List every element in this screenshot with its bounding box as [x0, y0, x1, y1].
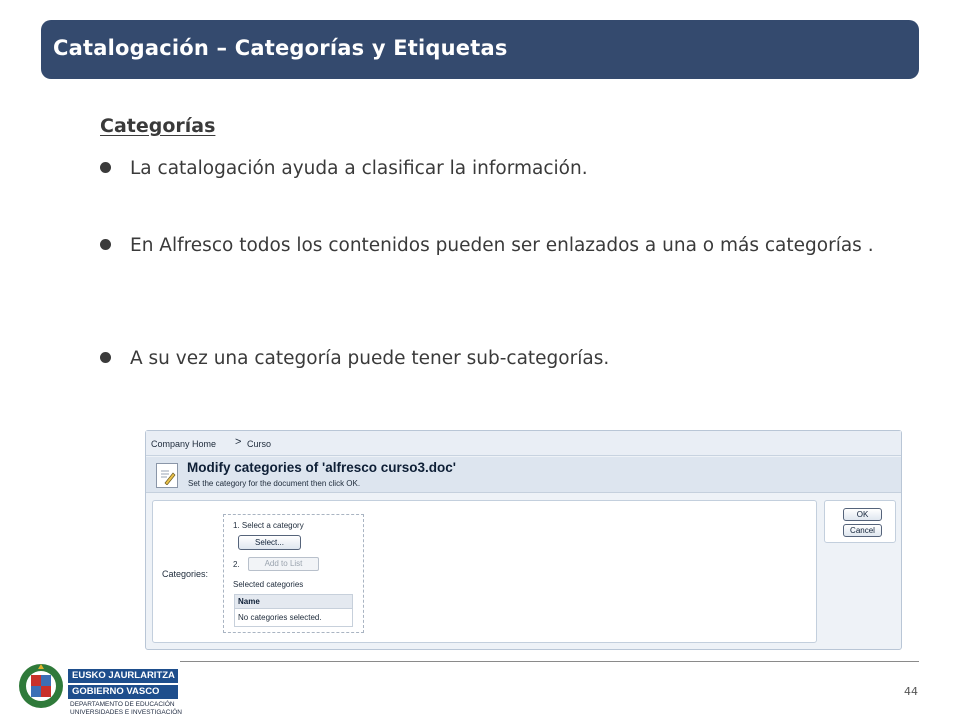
breadcrumb-current-link[interactable]: Curso: [247, 439, 271, 449]
dialog-subtitle: Set the category for the document then c…: [188, 479, 361, 488]
ok-button[interactable]: OK: [843, 508, 882, 521]
breadcrumb-separator: >: [235, 436, 242, 448]
basque-government-seal-icon: [19, 664, 63, 708]
logo-line2: GOBIERNO VASCO: [68, 685, 178, 699]
dialog-title: Modify categories of 'alfresco curso3.do…: [187, 460, 456, 475]
logo-line1: EUSKO JAURLARITZA: [68, 669, 178, 683]
bullet-dot-icon: [100, 162, 111, 173]
bullet-dot-icon: [100, 352, 111, 363]
title-bar: Catalogación – Categorías y Etiquetas: [41, 20, 919, 79]
bullet-text: A su vez una categoría puede tener sub-c…: [130, 348, 610, 369]
alfresco-dialog-screenshot: Company Home > Curso Modify categories o…: [145, 430, 902, 650]
category-selector-box: 1. Select a category Select... 2. Add to…: [223, 514, 364, 633]
categories-label: Categories:: [162, 569, 209, 579]
dialog-header: Modify categories of 'alfresco curso3.do…: [146, 457, 901, 493]
bullet-text: La catalogación ayuda a clasificar la in…: [130, 158, 588, 179]
logo-department-line2: UNIVERSIDADES E INVESTIGACIÓN: [70, 709, 182, 716]
edit-document-icon: [156, 463, 178, 488]
step2-label: 2.: [233, 560, 240, 569]
slide-title: Catalogación – Categorías y Etiquetas: [53, 36, 508, 60]
logo-department-line1: DEPARTAMENTO DE EDUCACIÓN: [70, 701, 175, 708]
selected-categories-table: Name No categories selected.: [234, 594, 353, 627]
cancel-button[interactable]: Cancel: [843, 524, 882, 537]
table-empty-message: No categories selected.: [238, 613, 322, 622]
select-category-button[interactable]: Select...: [238, 535, 301, 550]
footer-divider: [180, 661, 919, 662]
bullet-dot-icon: [100, 239, 111, 250]
table-header-name[interactable]: Name: [235, 595, 352, 609]
selected-categories-label: Selected categories: [233, 580, 304, 589]
page-number: 44: [904, 685, 918, 698]
step1-label: 1. Select a category: [233, 521, 304, 530]
dialog-actions: OK Cancel: [824, 500, 896, 543]
breadcrumb-home-link[interactable]: Company Home: [151, 439, 216, 449]
breadcrumb: Company Home > Curso: [146, 431, 901, 456]
section-heading: Categorías: [100, 115, 216, 137]
add-to-list-button[interactable]: Add to List: [248, 557, 319, 571]
bullet-text: En Alfresco todos los contenidos pueden …: [130, 235, 874, 256]
categories-panel: Categories: 1. Select a category Select.…: [152, 500, 817, 643]
